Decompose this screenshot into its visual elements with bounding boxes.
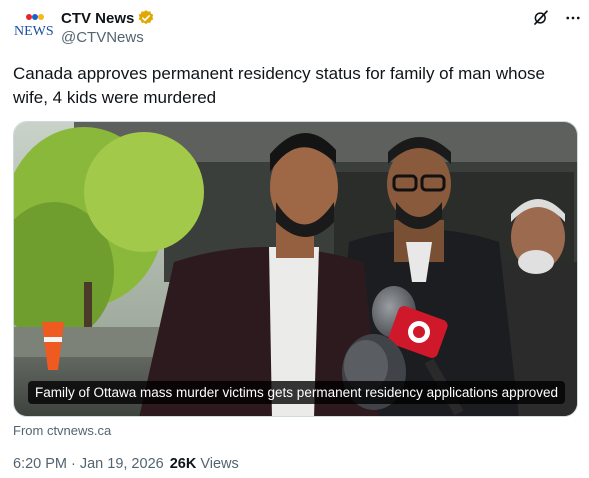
handle[interactable]: @CTVNews	[61, 29, 155, 46]
tweet-meta: 6:20 PM · Jan 19, 2026 26K Views	[13, 456, 239, 472]
views-count: 26K	[169, 456, 197, 472]
tweet-header: NEWS CTV News @CTVNews	[13, 8, 583, 48]
source-link[interactable]: From ctvnews.ca	[13, 423, 111, 438]
meta-separator: ·	[71, 456, 76, 472]
tweet-card: NEWS CTV News @CTVNews Canada approves p…	[0, 0, 589, 478]
verified-badge-icon	[137, 9, 155, 27]
header-actions	[531, 8, 583, 28]
link-preview-card[interactable]: Family of Ottawa mass murder victims get…	[13, 121, 578, 417]
avatar[interactable]: NEWS	[13, 12, 53, 42]
logo-text: NEWS	[14, 24, 53, 39]
tweet-text: Canada approves permanent residency stat…	[13, 64, 545, 107]
display-name[interactable]: CTV News	[61, 10, 134, 27]
views-label: Views	[200, 456, 239, 472]
post-date[interactable]: Jan 19, 2026	[80, 456, 164, 472]
author-block: CTV News @CTVNews	[61, 8, 155, 46]
post-time[interactable]: 6:20 PM	[13, 456, 67, 472]
media-caption: Family of Ottawa mass murder victims get…	[28, 381, 565, 404]
more-dots-icon[interactable]	[563, 8, 583, 28]
source-link-row: From ctvnews.ca	[13, 423, 111, 438]
grok-icon[interactable]	[531, 8, 551, 28]
news-photo	[14, 122, 577, 416]
ctv-news-logo-icon: NEWS	[14, 14, 53, 39]
